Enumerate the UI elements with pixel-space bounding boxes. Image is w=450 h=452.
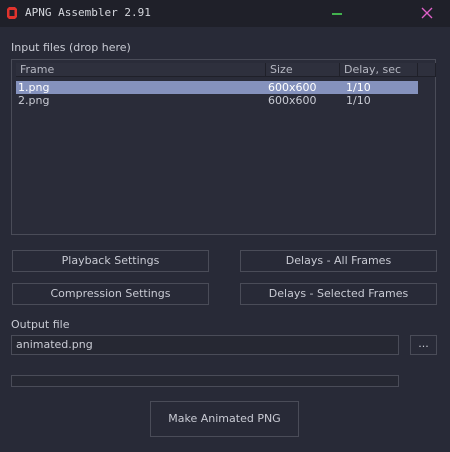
window-title: APNG Assembler 2.91: [25, 6, 151, 19]
input-files-label: Input files (drop here): [11, 41, 131, 54]
app-logo-icon: [7, 7, 17, 19]
delays-all-frames-button[interactable]: Delays - All Frames: [240, 250, 437, 272]
frame-delay: 1/10: [346, 94, 371, 107]
close-icon[interactable]: [421, 6, 433, 20]
input-files-list[interactable]: Frame Size Delay, sec 1.png 600x600 1/10…: [11, 59, 436, 235]
column-header-filler: [418, 63, 436, 77]
list-header: Frame Size Delay, sec: [12, 60, 436, 80]
table-row[interactable]: 2.png 600x600 1/10: [16, 94, 418, 107]
minimize-icon[interactable]: [331, 6, 343, 20]
output-file-input[interactable]: animated.png: [11, 335, 399, 355]
table-row[interactable]: 1.png 600x600 1/10: [16, 81, 418, 94]
column-header-size[interactable]: Size: [266, 63, 340, 77]
playback-settings-button[interactable]: Playback Settings: [12, 250, 209, 272]
frame-name: 1.png: [18, 81, 50, 94]
browse-button[interactable]: ...: [410, 335, 437, 355]
frame-size: 600x600: [268, 94, 317, 107]
column-header-delay[interactable]: Delay, sec: [340, 63, 418, 77]
progress-bar: [11, 375, 399, 387]
output-file-label: Output file: [11, 318, 70, 331]
delays-selected-frames-button[interactable]: Delays - Selected Frames: [240, 283, 437, 305]
frame-size: 600x600: [268, 81, 317, 94]
frame-name: 2.png: [18, 94, 50, 107]
make-animated-png-button[interactable]: Make Animated PNG: [150, 401, 299, 437]
title-bar: APNG Assembler 2.91: [0, 0, 450, 27]
compression-settings-button[interactable]: Compression Settings: [12, 283, 209, 305]
frame-delay: 1/10: [346, 81, 371, 94]
column-header-frame[interactable]: Frame: [16, 63, 266, 77]
